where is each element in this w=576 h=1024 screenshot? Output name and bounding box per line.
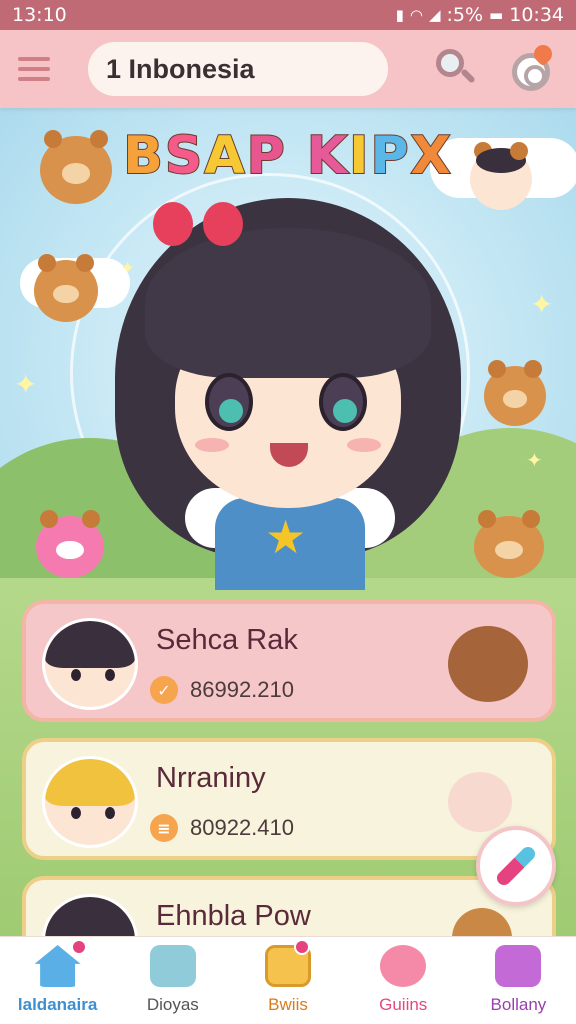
- hero-title-letter: K: [306, 125, 350, 187]
- hero-title-letter: A: [203, 125, 247, 187]
- vibrate-icon: ▮: [395, 6, 404, 24]
- list-item[interactable]: Nrraniny ≡ 80922.410: [22, 738, 556, 860]
- app-header: 1 Inbonesia: [0, 30, 576, 108]
- hero-title-letter: P: [369, 125, 411, 187]
- notification-badge: [71, 939, 88, 955]
- pet-icon: [380, 945, 427, 987]
- pen-icon: [494, 844, 538, 888]
- status-icons: ▮ ◠ ◢ :5% ▬ 10:34: [396, 4, 564, 26]
- hero-title-letter: I: [348, 125, 371, 187]
- card-name: Ehnbla Pow: [156, 900, 311, 932]
- search-text: 1 Inbonesia: [106, 53, 255, 84]
- sparkle-icon: ✦: [526, 448, 543, 472]
- hero-title-letter: [287, 126, 307, 186]
- target-heart-icon[interactable]: [508, 41, 556, 93]
- nav-label: laldanaira: [17, 995, 98, 1014]
- nav-item-pets[interactable]: Guiins: [346, 937, 461, 1024]
- card-value: 80922.410: [190, 815, 294, 840]
- list-item[interactable]: Sehca Rak ✓ 86992.210: [22, 600, 556, 722]
- coin-menu-icon: ≡: [150, 814, 178, 842]
- camera-icon: [495, 945, 542, 987]
- sparkle-icon: ✦: [14, 368, 38, 401]
- avatar: [42, 618, 138, 710]
- card-name: Sehca Rak: [156, 624, 298, 656]
- wifi-icon: ◠: [409, 6, 423, 24]
- status-bar: 13:10 ▮ ◠ ◢ :5% ▬ 10:34: [0, 0, 576, 30]
- nav-label: Bollany: [490, 995, 547, 1014]
- notification-badge: [293, 939, 310, 955]
- avatar: [42, 756, 138, 848]
- bottom-nav: laldanaira Dioyas Bwiis Guiins Bollany: [0, 936, 576, 1024]
- nav-label: Guiins: [379, 995, 428, 1014]
- hero-title-letter: S: [164, 125, 205, 187]
- search-input[interactable]: 1 Inbonesia: [88, 42, 388, 96]
- card-name: Nrraniny: [156, 762, 266, 794]
- hamburger-icon[interactable]: [18, 50, 56, 88]
- edit-fab-button[interactable]: [476, 826, 556, 906]
- bear-pet-icon: [448, 626, 528, 702]
- magnifier-icon[interactable]: [434, 47, 478, 91]
- card-meta: ≡ 80922.410: [150, 814, 294, 842]
- bear-critter: [474, 510, 544, 578]
- bear-critter: [484, 360, 546, 426]
- bow-icon: [153, 202, 243, 252]
- mail-icon: [149, 945, 196, 987]
- card-meta: ✓ 86992.210: [150, 676, 294, 704]
- nav-item-camera[interactable]: Bollany: [461, 937, 576, 1024]
- cat-critter: [36, 510, 104, 578]
- battery-percent: :5%: [446, 4, 484, 26]
- nav-item-notes[interactable]: Bwiis: [230, 937, 345, 1024]
- hero-title-letter: B: [122, 125, 165, 187]
- coin-check-icon: ✓: [150, 676, 178, 704]
- kid-pet-icon: [448, 772, 512, 832]
- status-time-left: 13:10: [12, 4, 67, 26]
- nav-item-home[interactable]: laldanaira: [0, 937, 115, 1024]
- nav-label: Dioyas: [146, 995, 199, 1014]
- bear-critter: [40, 130, 112, 204]
- sparkle-icon: ✦: [530, 288, 554, 321]
- signal-icon: ◢: [428, 6, 441, 24]
- status-time-right: 10:34: [509, 4, 564, 26]
- battery-icon: ▬: [489, 6, 504, 24]
- hero-title-letter: P: [246, 125, 287, 187]
- hero-title-letter: X: [410, 125, 453, 187]
- nav-item-messages[interactable]: Dioyas: [115, 937, 230, 1024]
- bear-critter: [34, 254, 98, 322]
- kid-critter: [470, 142, 532, 210]
- card-value: 86992.210: [190, 677, 294, 702]
- hero-banner: BSAP KIPX ✦ ✦ ✦ ✦ ★: [0, 108, 576, 668]
- nav-label: Bwiis: [268, 995, 308, 1014]
